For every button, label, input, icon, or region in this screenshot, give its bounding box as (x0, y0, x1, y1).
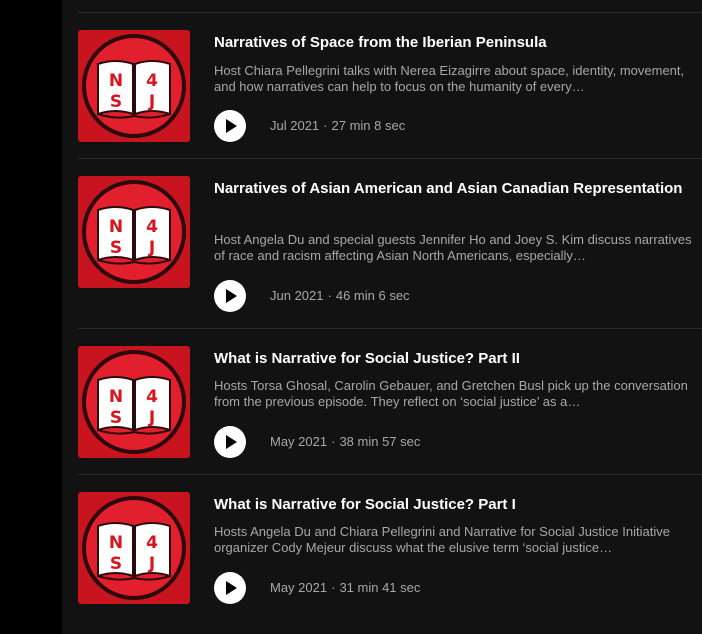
episode-cover-image[interactable]: N 4 S J (78, 492, 190, 604)
episode-duration: 27 min 8 sec (331, 118, 406, 133)
meta-separator: · (331, 580, 336, 595)
cover-letter: J (148, 238, 155, 258)
episode-date: Jul 2021 (270, 118, 320, 133)
episode-meta: May 2021 · 31 min 41 sec (270, 580, 420, 596)
left-panel-edge (0, 0, 62, 634)
episode-description: Host Chiara Pellegrini talks with Nerea … (214, 63, 685, 94)
episode-description: Hosts Angela Du and Chiara Pellegrini an… (214, 524, 670, 555)
cover-letter: 4 (146, 71, 158, 91)
play-button[interactable] (214, 110, 246, 142)
cover-letter: J (148, 408, 155, 428)
play-button[interactable] (214, 280, 246, 312)
cover-letter: S (110, 554, 122, 574)
episode-title[interactable]: Narratives of Asian American and Asian C… (214, 177, 684, 201)
play-icon (226, 581, 237, 595)
episode-date: May 2021 (270, 580, 328, 595)
episode-cover-image[interactable]: N 4 S J (78, 176, 190, 288)
episode-meta: May 2021 · 38 min 57 sec (270, 434, 420, 450)
divider (78, 158, 702, 159)
episode-cover-image[interactable]: N 4 S J (78, 346, 190, 458)
meta-separator: · (323, 118, 328, 133)
episode-cover-image[interactable]: N 4 S J (78, 30, 190, 142)
episode-title[interactable]: Narratives of Space from the Iberian Pen… (214, 31, 684, 55)
cover-letter: N (109, 533, 123, 553)
episode-title[interactable]: What is Narrative for Social Justice? Pa… (214, 347, 684, 371)
cover-letter: S (110, 92, 122, 112)
episode-description: Host Angela Du and special guests Jennif… (214, 232, 692, 263)
n4sj-logo: N 4 S J (82, 496, 186, 600)
cover-letter: N (109, 217, 123, 237)
cover-letter: J (148, 554, 155, 574)
play-button[interactable] (214, 572, 246, 604)
cover-letter: N (109, 387, 123, 407)
n4sj-logo: N 4 S J (82, 34, 186, 138)
episode-duration: 31 min 41 sec (339, 580, 421, 595)
cover-letter: N (109, 71, 123, 91)
episode-duration: 46 min 6 sec (335, 288, 410, 303)
episode-description: Hosts Torsa Ghosal, Carolin Gebauer, and… (214, 378, 688, 409)
meta-separator: · (331, 434, 336, 449)
meta-separator: · (327, 288, 332, 303)
cover-letter: 4 (146, 217, 158, 237)
play-icon (226, 289, 237, 303)
play-icon (226, 119, 237, 133)
cover-letter: J (148, 92, 155, 112)
episode-duration: 38 min 57 sec (339, 434, 421, 449)
divider (78, 12, 702, 13)
cover-letter: S (110, 238, 122, 258)
cover-letter: 4 (146, 533, 158, 553)
episode-date: Jun 2021 (270, 288, 324, 303)
episode-meta: Jul 2021 · 27 min 8 sec (270, 118, 405, 134)
play-icon (226, 435, 237, 449)
n4sj-logo: N 4 S J (82, 350, 186, 454)
play-button[interactable] (214, 426, 246, 458)
episode-title[interactable]: What is Narrative for Social Justice? Pa… (214, 493, 684, 517)
episode-meta: Jun 2021 · 46 min 6 sec (270, 288, 410, 304)
episode-date: May 2021 (270, 434, 328, 449)
n4sj-logo: N 4 S J (82, 180, 186, 284)
divider (78, 328, 702, 329)
episode-list: N 4 S J Narratives of Space from the Ibe… (62, 0, 702, 634)
cover-letter: 4 (146, 387, 158, 407)
cover-letter: S (110, 408, 122, 428)
divider (78, 474, 702, 475)
